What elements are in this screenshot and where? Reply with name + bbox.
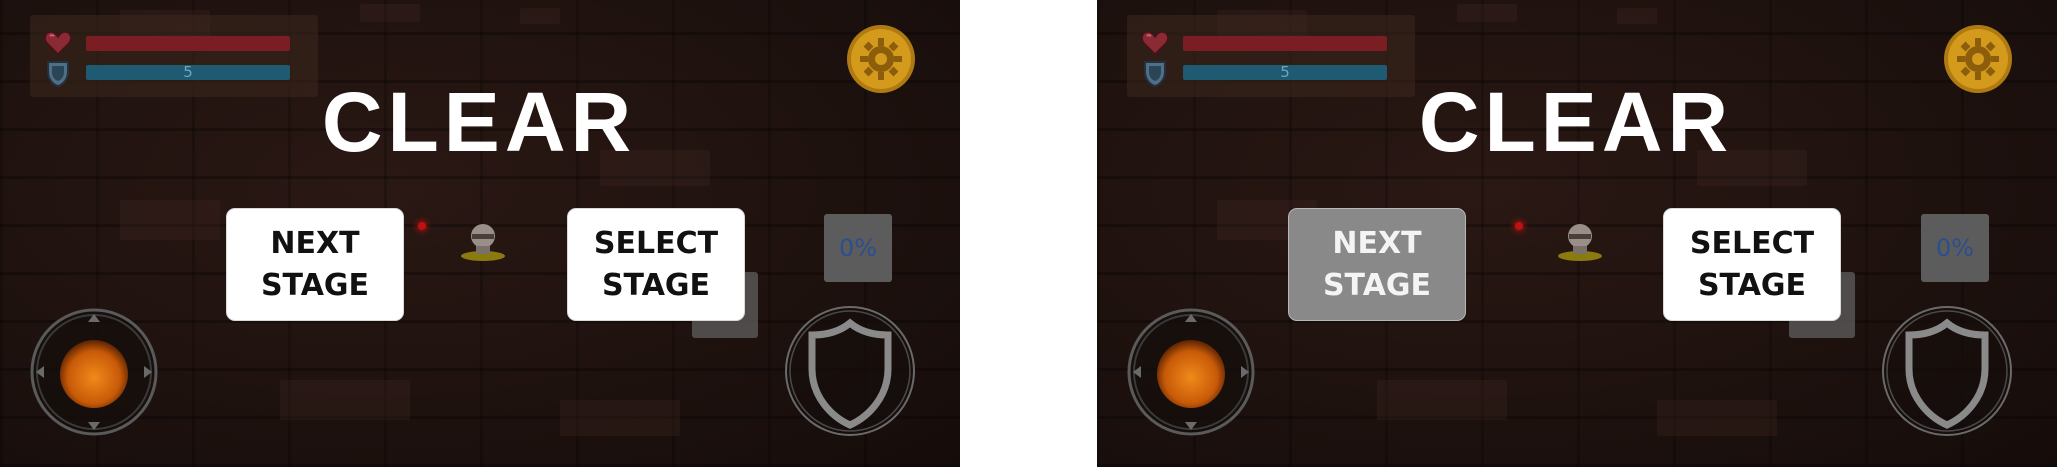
wall-brick bbox=[1377, 380, 1507, 420]
enemy-bullet bbox=[418, 222, 426, 230]
wall-brick bbox=[560, 400, 680, 436]
wall-brick bbox=[1617, 8, 1657, 24]
next-stage-label-line2: STAGE bbox=[260, 267, 370, 303]
next-stage-label-line1: NEXT bbox=[1332, 225, 1422, 261]
next-stage-label-line1: NEXT bbox=[270, 225, 360, 261]
hp-bar bbox=[86, 36, 290, 51]
hp-bar bbox=[1183, 36, 1387, 51]
next-stage-button[interactable]: NEXT STAGE bbox=[226, 208, 404, 321]
player-character-icon bbox=[461, 224, 505, 261]
progress-percent: 0% bbox=[1921, 214, 1989, 282]
next-stage-button[interactable]: NEXT STAGE bbox=[1288, 208, 1466, 321]
select-stage-label-line2: STAGE bbox=[601, 267, 711, 303]
select-stage-label-line1: SELECT bbox=[1689, 225, 1815, 261]
shield-button-icon[interactable] bbox=[1881, 305, 2013, 437]
wall-brick bbox=[1657, 400, 1777, 436]
wall-brick bbox=[360, 4, 420, 22]
heart-icon bbox=[1141, 31, 1169, 56]
select-stage-button[interactable]: SELECT STAGE bbox=[1663, 208, 1841, 321]
wall-brick bbox=[520, 8, 560, 24]
enemy-bullet bbox=[1515, 222, 1523, 230]
game-screen-next-pressed: 5 CLEAR NEXT STAGE SELECT STAGE 0% bbox=[1097, 0, 2057, 467]
select-stage-label-line2: STAGE bbox=[1697, 267, 1807, 303]
select-stage-button[interactable]: SELECT STAGE bbox=[567, 208, 745, 321]
joystick-icon[interactable] bbox=[1127, 308, 1255, 436]
progress-percent: 0% bbox=[824, 214, 892, 282]
joystick-icon[interactable] bbox=[30, 308, 158, 436]
wall-brick bbox=[1457, 4, 1517, 22]
player-character-icon bbox=[1558, 224, 1602, 261]
shield-button-icon[interactable] bbox=[784, 305, 916, 437]
clear-title: CLEAR bbox=[321, 75, 637, 169]
comparison-page: 5 CLEAR NEXT STAGE SELECT STAGE 0% 5 CLE… bbox=[0, 0, 2057, 467]
clear-title: CLEAR bbox=[1418, 75, 1734, 169]
select-stage-label-line1: SELECT bbox=[593, 225, 719, 261]
wall-brick bbox=[120, 200, 220, 240]
next-stage-label-line2: STAGE bbox=[1322, 267, 1432, 303]
heart-icon bbox=[44, 31, 72, 56]
wall-brick bbox=[280, 380, 410, 420]
game-screen-normal: 5 CLEAR NEXT STAGE SELECT STAGE 0% bbox=[0, 0, 960, 467]
